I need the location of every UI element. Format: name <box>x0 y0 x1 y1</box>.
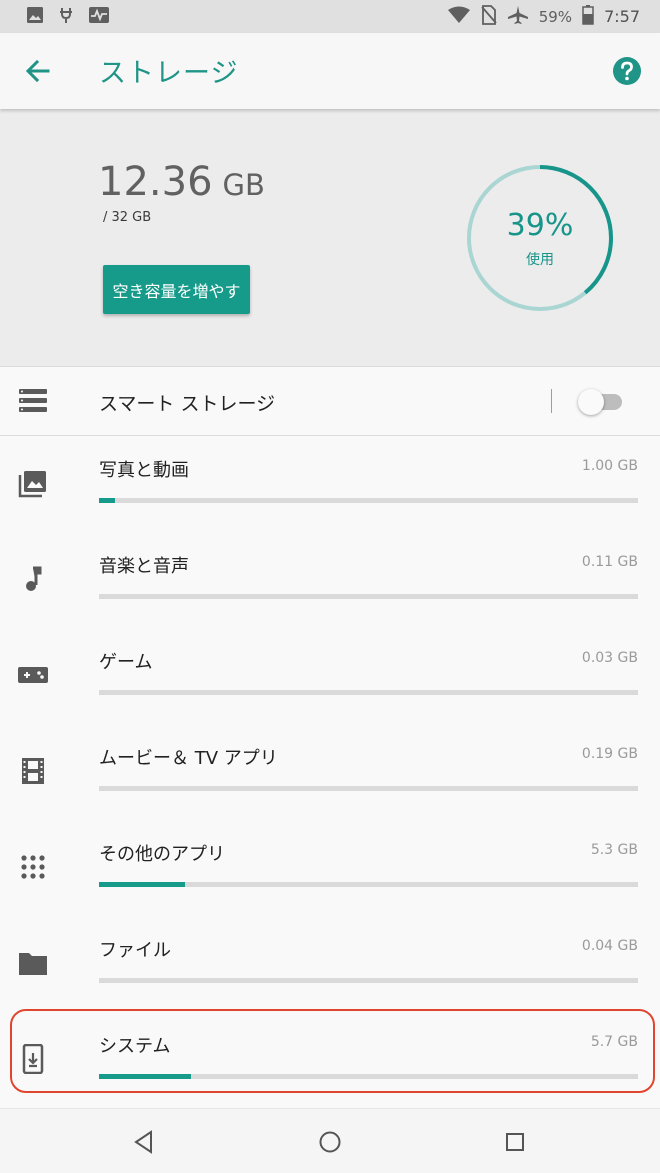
image-icon <box>26 6 44 28</box>
activity-icon <box>88 6 110 28</box>
nav-recents-button[interactable] <box>502 1129 528 1155</box>
toggle-thumb <box>578 389 604 415</box>
photo-icon <box>18 468 48 498</box>
usb-debug-icon <box>58 6 74 28</box>
used-value: 12.36 <box>98 159 213 205</box>
app-bar: ストレージ <box>0 33 660 109</box>
battery-icon <box>582 4 594 29</box>
airplane-icon <box>507 5 529 29</box>
clock: 7:57 <box>604 7 640 26</box>
page-title: ストレージ <box>99 58 239 89</box>
used-amount: 12.36 GB <box>98 159 265 205</box>
smart-storage-label: スマート ストレージ <box>99 393 276 415</box>
category-photos[interactable]: 写真と動画 1.00 GB <box>0 436 660 532</box>
nav-back-icon <box>134 1130 152 1154</box>
status-bar: 59% 7:57 <box>0 0 660 33</box>
category-size: 1.00 GB <box>581 458 638 474</box>
folder-icon <box>18 948 48 978</box>
category-usage-bar <box>99 594 638 599</box>
category-usage-fill <box>99 498 116 503</box>
nav-recents-icon <box>506 1133 524 1151</box>
category-music[interactable]: 音楽と音声 0.11 GB <box>0 532 660 628</box>
divider <box>551 389 552 413</box>
help-icon <box>613 57 641 85</box>
category-size: 0.04 GB <box>581 938 638 954</box>
category-games[interactable]: ゲーム 0.03 GB <box>0 628 660 724</box>
category-size: 0.03 GB <box>581 650 638 666</box>
storage-summary: 12.36 GB / 32 GB 空き容量を増やす 39% 使用 <box>0 109 660 367</box>
category-usage-bar <box>99 498 638 503</box>
category-usage-bar <box>99 1074 638 1079</box>
category-movies-tv[interactable]: ムービー＆ TV アプリ 0.19 GB <box>0 724 660 820</box>
category-label: ファイル <box>99 940 171 961</box>
total-capacity: / 32 GB <box>103 210 152 225</box>
usage-caption: 使用 <box>526 252 554 268</box>
help-button[interactable] <box>612 56 642 86</box>
smart-storage-icon <box>19 388 47 414</box>
category-other-apps[interactable]: その他のアプリ 5.3 GB <box>0 820 660 916</box>
smart-storage-row[interactable]: スマート ストレージ <box>0 367 660 436</box>
arrow-back-icon <box>25 59 50 83</box>
back-button[interactable] <box>22 55 54 87</box>
category-usage-fill <box>99 882 186 887</box>
no-sim-icon <box>481 4 497 29</box>
navigation-bar <box>0 1108 660 1173</box>
category-label: ゲーム <box>99 652 153 673</box>
category-label: 音楽と音声 <box>99 556 189 577</box>
category-label: その他のアプリ <box>99 844 225 865</box>
category-size: 5.3 GB <box>590 842 638 858</box>
nav-home-icon <box>319 1131 341 1153</box>
category-size: 0.11 GB <box>581 554 638 570</box>
used-unit: GB <box>222 168 265 202</box>
category-size: 5.7 GB <box>590 1034 638 1050</box>
movie-icon <box>18 756 48 786</box>
category-system[interactable]: システム 5.7 GB <box>0 1012 660 1108</box>
apps-grid-icon <box>18 852 48 882</box>
usage-ring: 39% 使用 <box>466 164 614 312</box>
nav-back-button[interactable] <box>131 1129 157 1155</box>
category-usage-bar <box>99 690 638 695</box>
category-usage-bar <box>99 786 638 791</box>
category-usage-bar <box>99 978 638 983</box>
battery-percent: 59% <box>538 7 573 26</box>
category-files[interactable]: ファイル 0.04 GB <box>0 916 660 1012</box>
category-label: ムービー＆ TV アプリ <box>99 748 278 769</box>
usage-percent: 39% <box>506 208 574 243</box>
gamepad-icon <box>18 660 48 690</box>
category-usage-fill <box>99 1074 191 1079</box>
free-up-space-button[interactable]: 空き容量を増やす <box>103 265 250 314</box>
nav-home-button[interactable] <box>317 1129 343 1155</box>
music-note-icon <box>18 564 48 594</box>
category-label: 写真と動画 <box>99 460 189 481</box>
wifi-icon <box>447 6 471 28</box>
category-size: 0.19 GB <box>581 746 638 762</box>
system-update-icon <box>18 1043 48 1075</box>
category-usage-bar <box>99 882 638 887</box>
category-label: システム <box>99 1036 171 1057</box>
smart-storage-toggle[interactable] <box>578 389 624 415</box>
